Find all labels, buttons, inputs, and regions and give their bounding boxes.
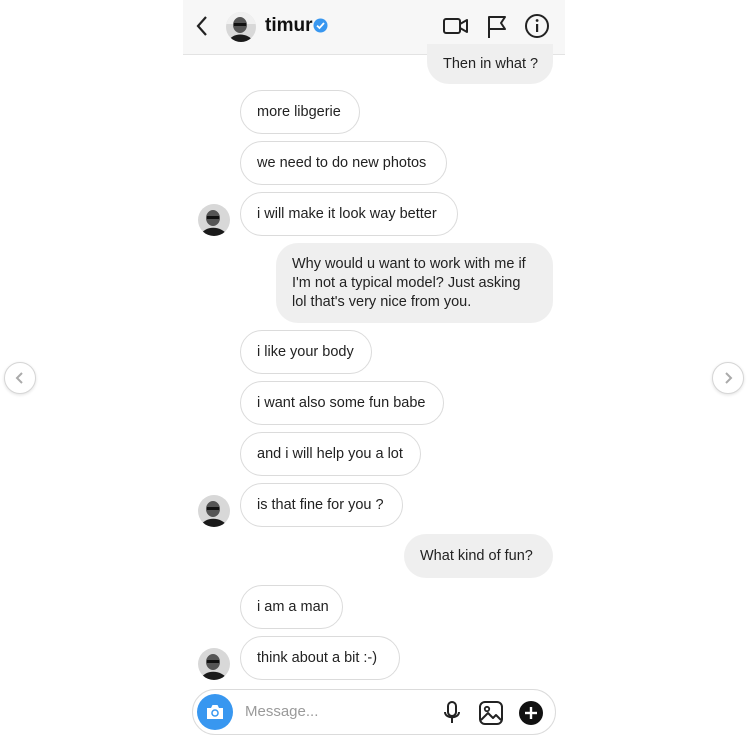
camera-button[interactable] <box>197 694 233 730</box>
message-bubble-incoming: i will make it look way better <box>240 192 458 236</box>
more-options-button[interactable] <box>518 700 544 731</box>
message-bubble-incoming: i want also some fun babe <box>240 381 444 425</box>
gallery-icon <box>479 701 503 725</box>
message-bubble-incoming: i am a man <box>240 585 343 629</box>
flag-icon <box>488 16 506 38</box>
verified-badge-icon <box>313 18 328 38</box>
camera-icon <box>207 705 223 719</box>
message-input[interactable]: Message... <box>245 703 318 720</box>
next-arrow-icon <box>725 372 733 384</box>
message-bubble-incoming: think about a bit :-) <box>240 636 400 680</box>
report-flag-button[interactable] <box>485 14 509 45</box>
message-bubble-incoming: more libgerie <box>240 90 360 134</box>
header-avatar[interactable] <box>226 12 256 42</box>
chat-title[interactable]: timur <box>265 15 313 37</box>
voice-message-button[interactable] <box>441 700 463 731</box>
back-chevron-icon <box>196 16 207 36</box>
video-call-button[interactable] <box>442 14 470 43</box>
chat-screen: timur Then in what ? more libgerie we ne… <box>183 0 565 751</box>
message-bubble-incoming: and i will help you a lot <box>240 432 421 476</box>
previous-arrow-button[interactable] <box>4 362 36 394</box>
message-bubble-incoming: i like your body <box>240 330 372 374</box>
microphone-icon <box>444 701 460 723</box>
message-bubble-incoming: we need to do new photos <box>240 141 447 185</box>
info-button[interactable] <box>524 13 550 44</box>
message-bubble-outgoing: Why would u want to work with me if I'm … <box>276 243 553 323</box>
sender-avatar[interactable] <box>198 648 230 680</box>
message-composer: Message... <box>192 689 556 735</box>
gallery-button[interactable] <box>478 700 504 731</box>
video-call-icon <box>443 18 468 34</box>
message-bubble-outgoing: Then in what ? <box>427 44 553 84</box>
plus-icon <box>519 701 543 725</box>
info-icon <box>525 14 549 38</box>
sender-avatar[interactable] <box>198 495 230 527</box>
message-bubble-incoming: is that fine for you ? <box>240 483 403 527</box>
message-bubble-outgoing: What kind of fun? <box>404 534 553 578</box>
back-button[interactable] <box>193 13 213 44</box>
sender-avatar[interactable] <box>198 204 230 236</box>
next-arrow-button[interactable] <box>712 362 744 394</box>
previous-arrow-icon <box>15 372 23 384</box>
